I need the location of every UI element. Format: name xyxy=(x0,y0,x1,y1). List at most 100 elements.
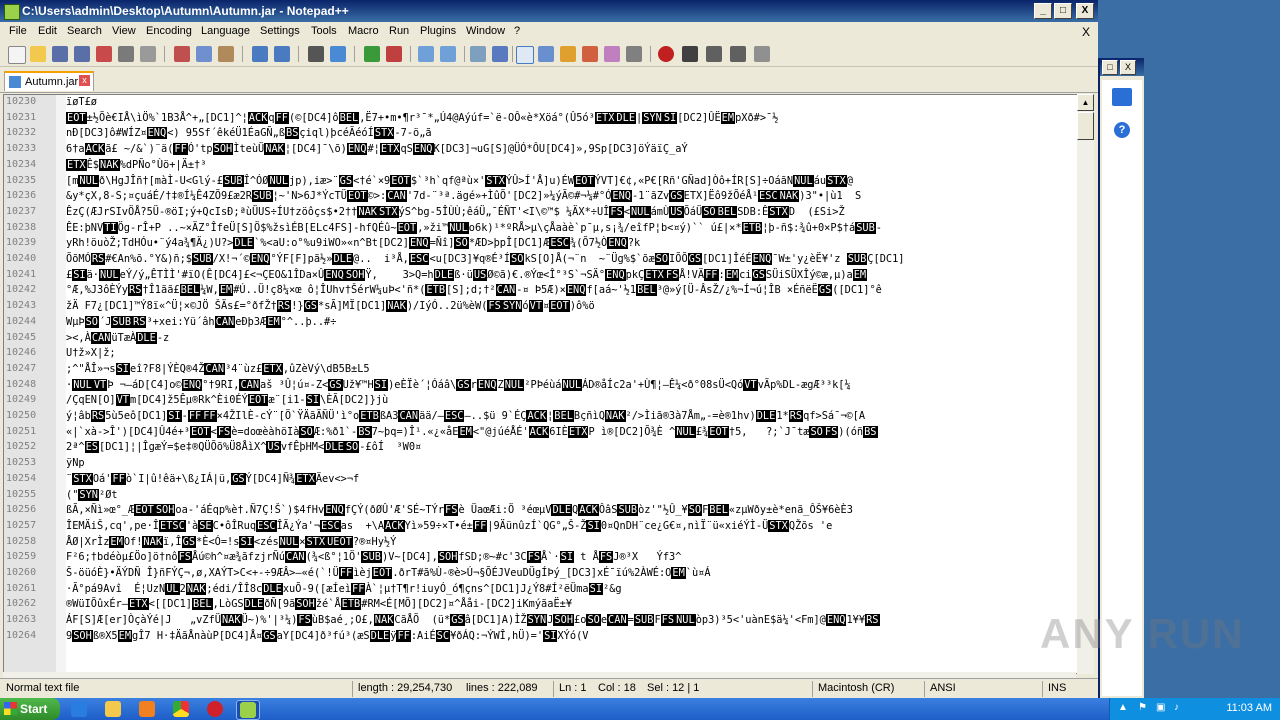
text-editor[interactable]: 10230 ïøT£ø 10231 EOT±½Õè€IÅ\ìÖ%`1B3Å^+„[DC… xyxy=(3,94,1078,674)
menu-window[interactable]: Window xyxy=(466,25,505,37)
menu-encoding[interactable]: Encoding xyxy=(146,25,192,37)
undo-icon[interactable] xyxy=(252,46,268,62)
editor-line[interactable]: 10253 ÿNp xyxy=(4,457,1077,473)
chrome-icon[interactable] xyxy=(170,700,192,718)
editor-line[interactable]: 10236 &y*çX‚8-S;¤çuáÉ/†‡®Í¼Ê4ZÕ9£æ2RSUB¦~… xyxy=(4,190,1077,206)
record-macro-icon[interactable] xyxy=(658,46,674,62)
menu-search[interactable]: Search xyxy=(67,25,102,37)
editor-line[interactable]: 10239 yRh!öuòŽ;TdHÓu•¨ý4a¾¶Ä¿)U?>DLE`%<aU… xyxy=(4,237,1077,253)
print-icon[interactable] xyxy=(140,46,156,62)
editor-line[interactable]: 10251 «|`xà->Î')[DC4]Û4é+³EOT<FSè=doœèàhö… xyxy=(4,425,1077,442)
editor-line[interactable]: 10264 9SOHß®X5EMgÎ7 H·‡ÄãÅnàùP[DC4]Å¤GSaY… xyxy=(4,629,1077,646)
editor-line[interactable]: 10237 ÊzÇ(ÆJrSIvÖÅ?5Ü-®öI;ý+QcIsÐ;ªùÜUS÷Í… xyxy=(4,205,1077,222)
status-eol[interactable]: Macintosh (CR) xyxy=(818,682,894,694)
menu-help[interactable]: ? xyxy=(514,25,520,37)
editor-line[interactable]: 10262 ®WüIÕûxÉr—ETX<[[DC1]BEL,LòGSDLEðÑ[9… xyxy=(4,598,1077,614)
close-document-button[interactable]: X xyxy=(1082,25,1090,39)
editor-line[interactable]: 10250 ý¦âbRS5ù5eô[DC1]SI-FF FF×4ŽIlÈ-cÝ¨[Ö… xyxy=(4,410,1077,426)
editor-line[interactable]: 10243 žÄ F7¿[DC1]™Ý8ï«^Ü¦×©JÖ ŠÄs£=°ðfŽ†R… xyxy=(4,300,1077,316)
copy-icon[interactable] xyxy=(196,46,212,62)
editor-line[interactable]: 10258 ÅØ|XrÌzEMOf!NAKï,ÎGS*È<Ó=!sSI<zésNU… xyxy=(4,535,1077,552)
cut-icon[interactable] xyxy=(174,46,190,62)
tray-network-icon[interactable]: ▣ xyxy=(1156,702,1168,714)
explorer-icon[interactable] xyxy=(102,700,124,718)
save-macro-icon[interactable] xyxy=(754,46,770,62)
doc-map-icon[interactable] xyxy=(560,46,576,62)
run-macro-multiple-icon[interactable] xyxy=(730,46,746,62)
sync-horizontal-icon[interactable] xyxy=(440,46,456,62)
menu-view[interactable]: View xyxy=(112,25,136,37)
editor-line[interactable]: 10233 6†aACKã£ ~/&`)¨ä(FFÓ'tpSOHÌteùÜNAK¦… xyxy=(4,143,1077,159)
sync-vertical-icon[interactable] xyxy=(418,46,434,62)
menu-run[interactable]: Run xyxy=(389,25,409,37)
stop-macro-icon[interactable] xyxy=(682,46,698,62)
open-folder-icon[interactable] xyxy=(30,46,46,62)
indent-guide-icon[interactable] xyxy=(516,46,534,64)
save-all-icon[interactable] xyxy=(74,46,90,62)
editor-line[interactable]: 10248 ·NUL VTÞ ¬—áD[C4]o©ENQ°†9RI,CANaš ³Û… xyxy=(4,378,1077,395)
zoom-in-icon[interactable] xyxy=(364,46,380,62)
close-file-icon[interactable] xyxy=(96,46,112,62)
play-macro-icon[interactable] xyxy=(706,46,722,62)
monitoring-icon[interactable] xyxy=(626,46,642,62)
background-window[interactable]: □ X ? xyxy=(1098,58,1144,698)
close-all-icon[interactable] xyxy=(118,46,134,62)
menu-language[interactable]: Language xyxy=(201,25,250,37)
scroll-up-icon[interactable]: ▲ xyxy=(1077,94,1094,111)
start-button[interactable]: Start xyxy=(0,698,60,720)
scroll-thumb[interactable] xyxy=(1077,112,1094,140)
find-icon[interactable] xyxy=(308,46,324,62)
menu-edit[interactable]: Edit xyxy=(38,25,57,37)
bg-maximize-icon[interactable]: □ xyxy=(1102,60,1118,75)
menu-plugins[interactable]: Plugins xyxy=(420,25,456,37)
minimize-button[interactable]: _ xyxy=(1034,3,1052,19)
menu-macro[interactable]: Macro xyxy=(348,25,379,37)
background-window-titlebar[interactable]: □ X xyxy=(1100,58,1144,76)
folder-as-workspace-icon[interactable] xyxy=(604,46,620,62)
tab-autumn-jar[interactable]: Autumn.jar x xyxy=(4,71,94,91)
replace-icon[interactable] xyxy=(330,46,346,62)
editor-line[interactable]: 10256 ßÃ,×Ñì»œ°_ÆEOT SOHoa-'áÉqp%è†.Ñ7Ç!Š`… xyxy=(4,504,1077,520)
tray-flag-icon[interactable]: ⚑ xyxy=(1138,702,1150,714)
function-list-icon[interactable] xyxy=(582,46,598,62)
editor-line[interactable]: 10247 ;^"ÅÎ»¬sSIeî?F8|ÝÈQ®4ŽCAN³4¨ùz£ETX,… xyxy=(4,362,1077,379)
zoom-out-icon[interactable] xyxy=(386,46,402,62)
search-icon[interactable] xyxy=(1112,88,1132,106)
editor-line[interactable]: 10232 nÐ[DC3]ô#WÍZ¤ENQ<) 95Sf´êkéÜ1ÉaGÑ„ß… xyxy=(4,127,1077,143)
editor-line[interactable]: 10242 °Æ‚%J3ôÈÝyRS†Î1ãã£BEL¼W,EM#Ú..Ü!ç8¼… xyxy=(4,284,1077,300)
ie-icon[interactable] xyxy=(68,700,90,718)
tab-close-icon[interactable]: x xyxy=(79,75,90,86)
editor-line[interactable]: 10235 [mNULð\HgJÎñ†[màÌ-U<Glý-£SUBÎ^ÓØNUL… xyxy=(4,174,1077,191)
paste-icon[interactable] xyxy=(218,46,234,62)
editor-line[interactable]: 10231 EOT±½Õè€IÅ\ìÖ%`1B3Å^+„[DC1]^¦ACKqFF… xyxy=(4,111,1077,128)
editor-line[interactable]: 10255 ("SYN²Øt xyxy=(4,488,1077,505)
editor-line[interactable]: 10254 ¨STXOá'FFò`I|û!êä+\ß¿IÁ|ü,GSÝ[DC4]Ñ… xyxy=(4,472,1077,489)
menu-tools[interactable]: Tools xyxy=(311,25,337,37)
editor-line[interactable]: 10238 ÊE:þNVTIÖg-rÎ+P ..~×ÄZ°ÎfeÜ[S]Ö$%žs… xyxy=(4,221,1077,238)
editor-line[interactable]: 10261 ·Ã°pá9Avî É¦UzNUL2NAK;édi/ÎÎ8cDLExu… xyxy=(4,582,1077,599)
tray-arrow-icon[interactable]: ▲ xyxy=(1118,702,1130,714)
new-file-icon[interactable] xyxy=(8,46,26,64)
notepad-taskbar-button[interactable] xyxy=(236,700,260,720)
opera-icon[interactable] xyxy=(204,700,226,718)
editor-line[interactable]: 10240 ÕõMÓRS#€An%õ.°Y&)ñ;$SUB/X!¬´©ENQ°ÝF… xyxy=(4,253,1077,269)
editor-line[interactable]: 10252 2ª^ES[DC1]¦|ÎgæÝ=$e‡®QÜÕõ%Ü8ÅìX^USv… xyxy=(4,441,1077,457)
editor-line[interactable]: 10257 ÎEMÄiŠ,cq',pe·ÎETSC'àSEC•ôÎRuqESCÎÃ… xyxy=(4,519,1077,536)
editor-line[interactable]: 10245 ><,ÀCANüTæÀDLE-z xyxy=(4,331,1077,348)
show-all-chars-icon[interactable] xyxy=(492,46,508,62)
bg-close-icon[interactable]: X xyxy=(1120,60,1136,75)
maximize-button[interactable]: □ xyxy=(1054,3,1072,19)
status-encoding[interactable]: ANSI xyxy=(930,682,956,694)
editor-line[interactable]: 10246 U†ž»X|ž; xyxy=(4,347,1077,363)
menu-settings[interactable]: Settings xyxy=(260,25,300,37)
editor-line[interactable]: 10230 ïøT£ø xyxy=(4,96,1077,112)
editor-line[interactable]: 10234 ETXÊ$NAK%dPÑo°Ùö+|Ä±†³ xyxy=(4,158,1077,175)
title-bar[interactable]: C:\Users\admin\Desktop\Autumn\Autumn.jar… xyxy=(0,0,1098,22)
editor-line[interactable]: 10259 F²6;†bdéòµ£Öo]ö†nôFSÅú©h^¤æ¾ãfzjrÑú… xyxy=(4,551,1077,567)
menu-file[interactable]: File xyxy=(9,25,27,37)
editor-line[interactable]: 10260 Š-öüóÈ}•ÄÝDÑ Î}ñFÝÇ¬,ø,XAÝT>C<+-÷9Æ… xyxy=(4,567,1077,583)
save-icon[interactable] xyxy=(52,46,68,62)
editor-line[interactable]: 10241 £SIä·NULeÝ/ý„ÊTÌÌ'#ïO(Ê[DC4]£<¬ÇEO&… xyxy=(4,268,1077,285)
redo-icon[interactable] xyxy=(274,46,290,62)
user-define-lang-icon[interactable] xyxy=(538,46,554,62)
